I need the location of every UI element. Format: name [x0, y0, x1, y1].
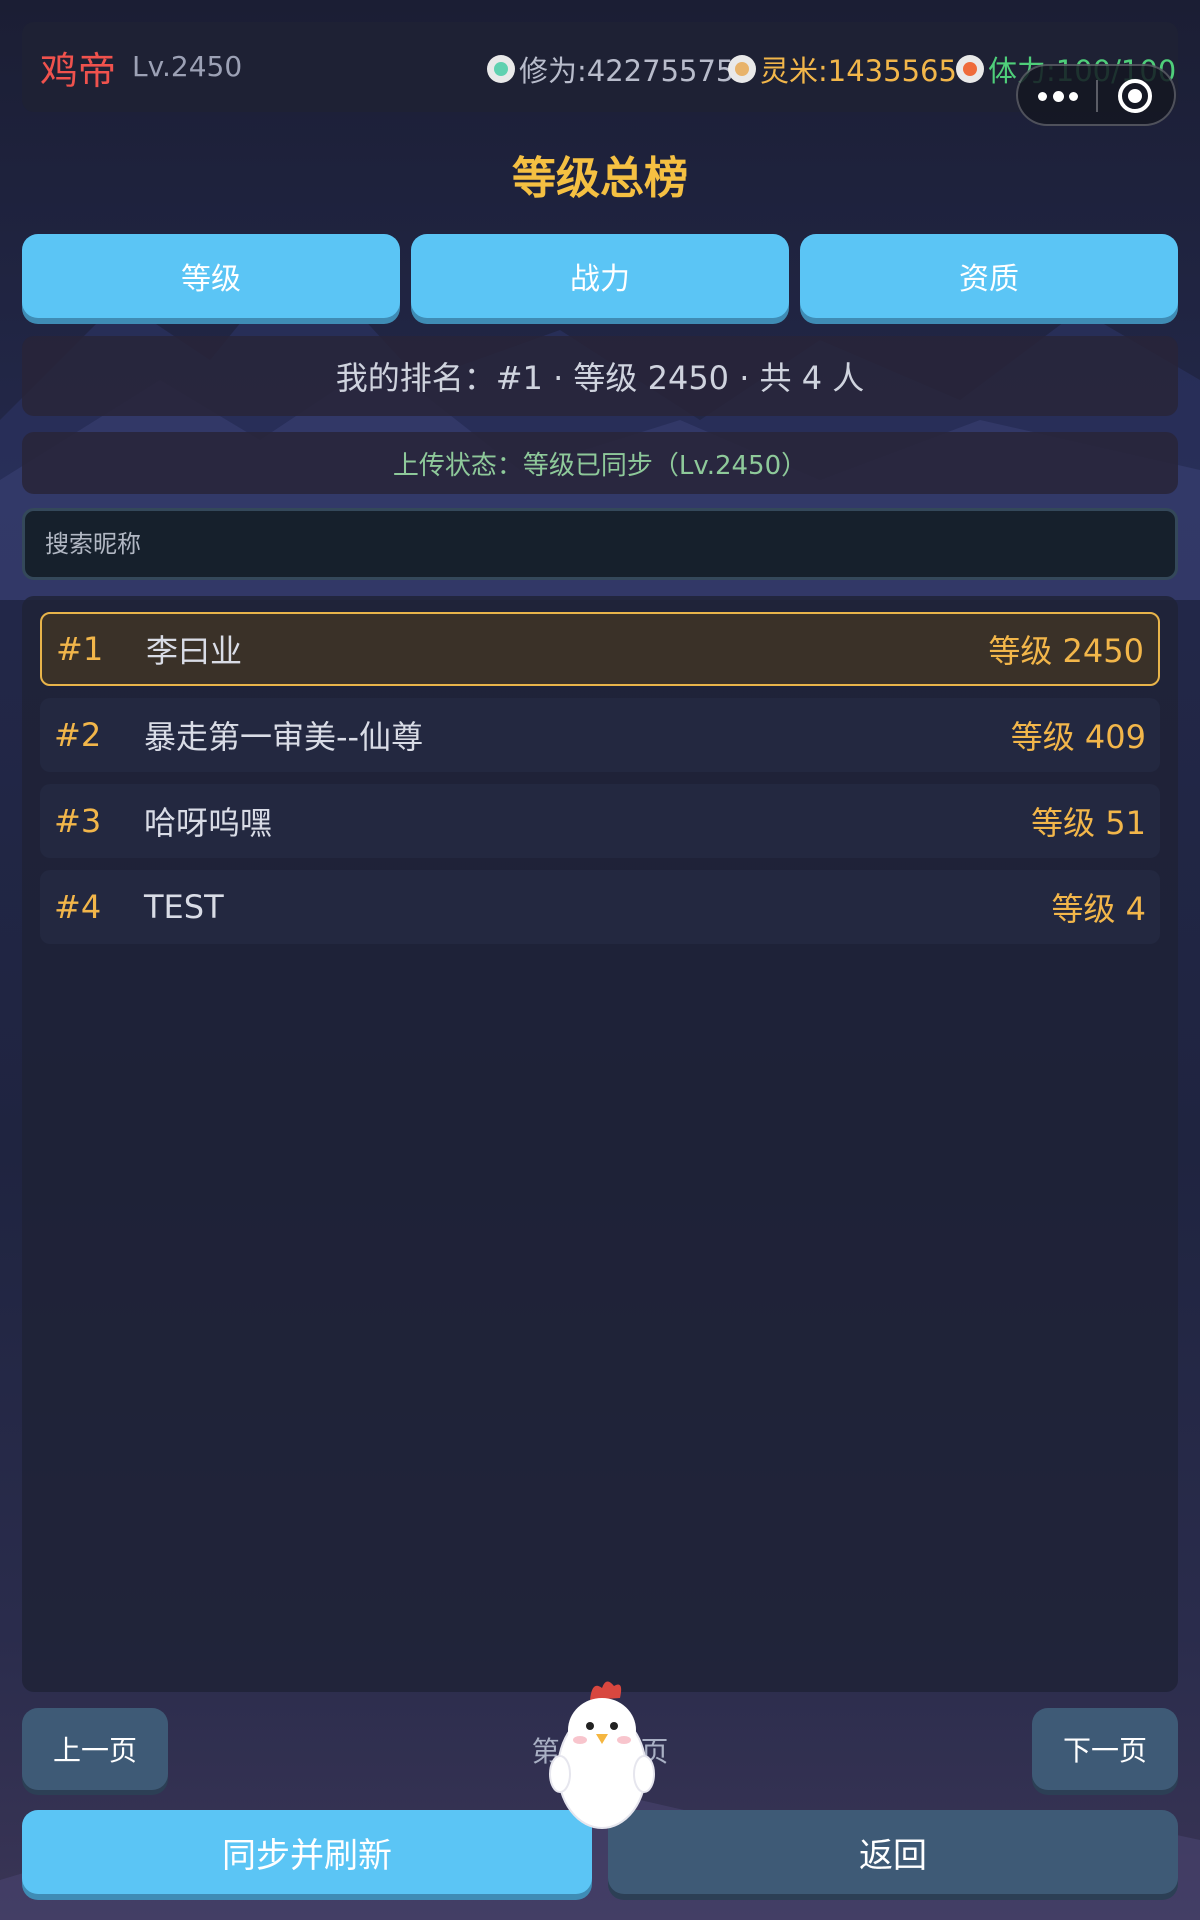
my-rank-summary: 我的排名：#1 · 等级 2450 · 共 4 人 [22, 336, 1178, 416]
player-name: 鸡帝 [40, 49, 117, 93]
tab-aptitude[interactable]: 资质 [800, 234, 1178, 318]
row-name: 李曰业 [146, 632, 243, 670]
row-rank: #3 [54, 802, 102, 840]
player-level: Lv.2450 [132, 50, 243, 83]
stat-xiuwei-value: 修为:42275575 [519, 54, 735, 88]
miniprogram-capsule [1016, 64, 1176, 126]
row-score: 等级 409 [1010, 718, 1146, 756]
search-input[interactable] [25, 511, 1175, 577]
back-button[interactable]: 返回 [608, 1810, 1178, 1894]
sync-refresh-button[interactable]: 同步并刷新 [22, 1810, 592, 1894]
chicken-mascot-icon [549, 1681, 655, 1829]
leaderboard-list: #1 李曰业 等级 2450 #2 暴走第一审美--仙尊 等级 409 #3 哈… [22, 596, 1178, 1692]
row-name: 暴走第一审美--仙尊 [144, 718, 424, 756]
leaderboard-row[interactable]: #3 哈呀呜嘿 等级 51 [40, 784, 1160, 858]
capsule-divider [1096, 80, 1098, 112]
row-rank: #1 [56, 630, 104, 668]
leaderboard-row[interactable]: #1 李曰业 等级 2450 [40, 612, 1160, 686]
page-title: 等级总榜 [512, 153, 688, 204]
leaderboard-row[interactable]: #4 TEST 等级 4 [40, 870, 1160, 944]
row-name: 哈呀呜嘿 [144, 804, 273, 842]
xiuwei-orb-icon [487, 55, 515, 83]
player-status-bar: 鸡帝 Lv.2450 修为:42275575 灵米:1435565 体力:100… [22, 22, 1178, 112]
row-name: TEST [144, 888, 224, 926]
row-rank: #2 [54, 716, 102, 754]
row-score: 等级 4 [1051, 890, 1146, 928]
stat-lingmi-value: 灵米:1435565 [760, 54, 957, 88]
row-rank: #4 [54, 888, 102, 926]
lingmi-rice-icon [728, 55, 756, 83]
next-page-button[interactable]: 下一页 [1032, 1708, 1178, 1790]
tab-level[interactable]: 等级 [22, 234, 400, 318]
more-icon[interactable] [1038, 88, 1078, 104]
tili-flame-icon [956, 55, 984, 83]
leaderboard-row[interactable]: #2 暴走第一审美--仙尊 等级 409 [40, 698, 1160, 772]
upload-status: 上传状态：等级已同步（Lv.2450） [22, 432, 1178, 494]
stat-xiuwei: 修为:42275575 [487, 48, 734, 90]
row-score: 等级 51 [1031, 804, 1146, 842]
prev-page-button[interactable]: 上一页 [22, 1708, 168, 1790]
stat-lingmi: 灵米:1435565 [728, 48, 957, 90]
tab-power[interactable]: 战力 [411, 234, 789, 318]
chicken-mascot[interactable] [540, 1670, 664, 1830]
close-target-icon[interactable] [1118, 79, 1152, 113]
row-score: 等级 2450 [988, 632, 1144, 670]
search-field[interactable] [22, 508, 1178, 580]
